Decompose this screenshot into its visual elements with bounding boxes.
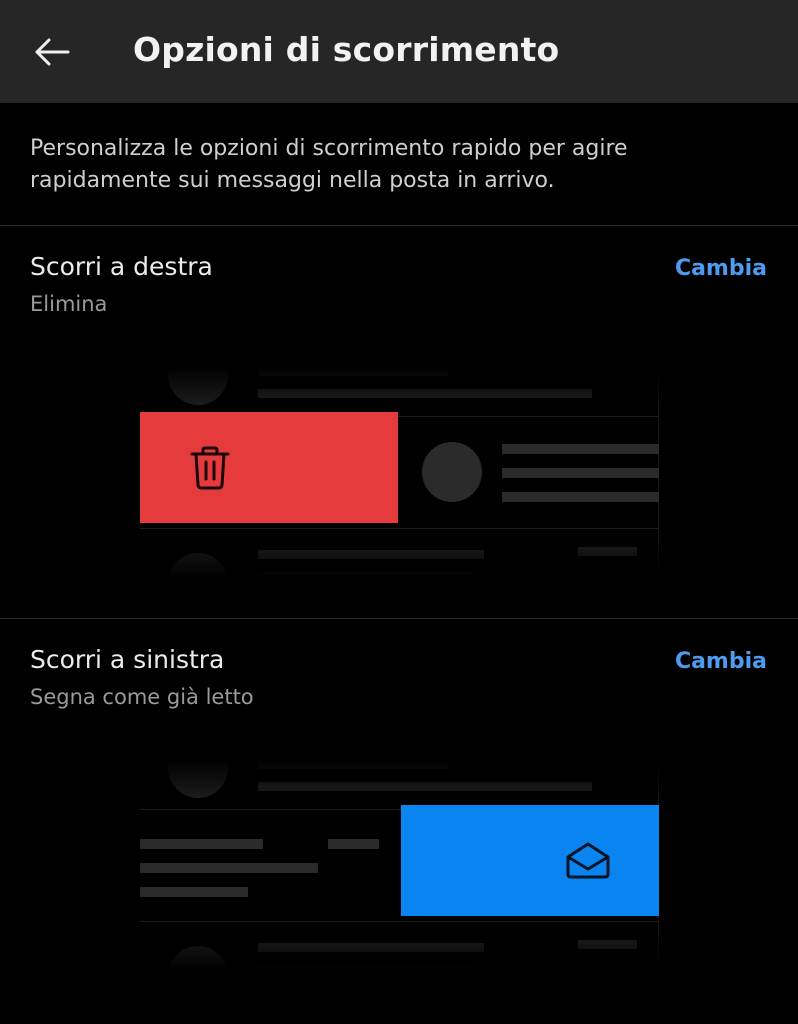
swipe-right-value: Elimina bbox=[30, 292, 108, 316]
message-avatar bbox=[422, 442, 482, 502]
swipe-right-title: Scorri a destra bbox=[30, 252, 213, 281]
swipe-right-preview bbox=[140, 367, 659, 577]
envelope-open-icon bbox=[566, 842, 610, 879]
app-bar: Opzioni di scorrimento bbox=[0, 0, 798, 103]
trash-icon bbox=[190, 446, 230, 490]
fade-overlay bbox=[140, 932, 659, 970]
message-line bbox=[502, 444, 659, 454]
divider bbox=[0, 618, 798, 619]
swipe-right-change-button[interactable]: Cambia bbox=[675, 256, 767, 281]
mark-read-action-area bbox=[401, 805, 659, 916]
swipe-left-change-button[interactable]: Cambia bbox=[675, 649, 767, 674]
delete-action-area bbox=[140, 412, 398, 523]
divider bbox=[0, 225, 798, 226]
message-line bbox=[328, 839, 379, 849]
back-button[interactable] bbox=[22, 28, 82, 76]
fade-overlay bbox=[140, 539, 659, 577]
swipe-left-title: Scorri a sinistra bbox=[30, 645, 225, 674]
message-line bbox=[140, 863, 318, 873]
message-line bbox=[502, 492, 659, 502]
page-title: Opzioni di scorrimento bbox=[133, 30, 560, 69]
fade-overlay bbox=[140, 760, 659, 798]
message-line bbox=[502, 468, 659, 478]
swipe-left-preview bbox=[140, 760, 659, 970]
fade-overlay bbox=[140, 367, 659, 405]
swipe-left-value: Segna come già letto bbox=[30, 685, 254, 709]
arrow-left-icon bbox=[35, 38, 70, 66]
message-line bbox=[140, 839, 263, 849]
message-line bbox=[140, 887, 248, 897]
row-separator bbox=[140, 528, 659, 529]
intro-description: Personalizza le opzioni di scorrimento r… bbox=[30, 136, 628, 193]
row-separator bbox=[140, 921, 659, 922]
